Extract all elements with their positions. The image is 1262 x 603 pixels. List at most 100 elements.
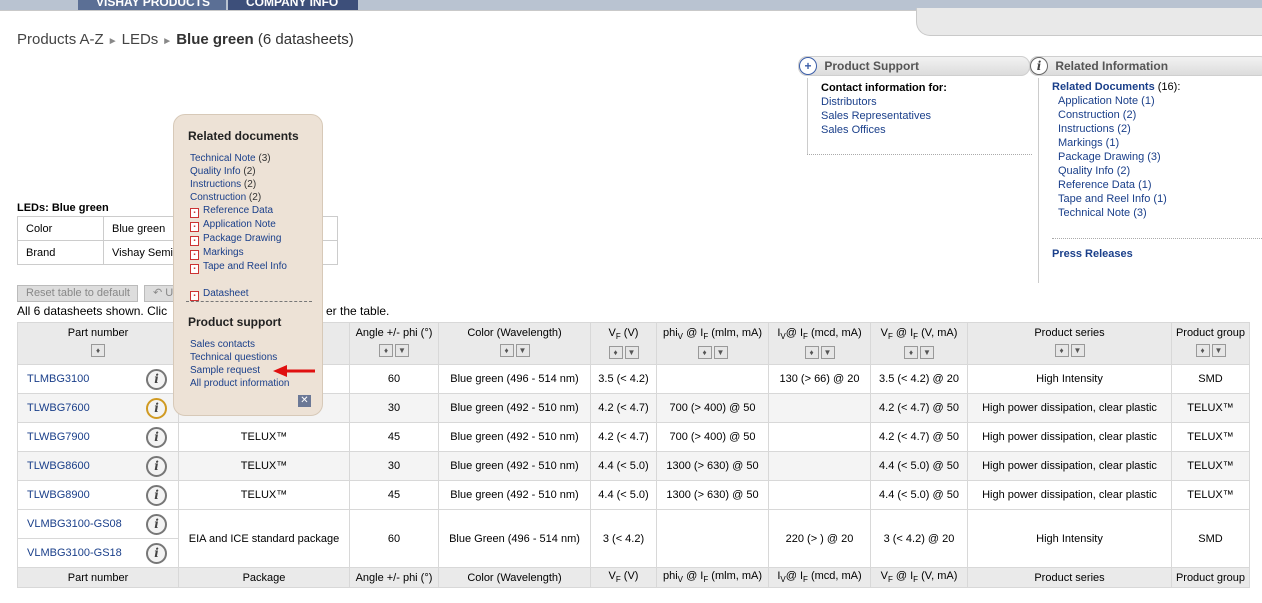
part-number-link[interactable]: TLMBG3100	[27, 373, 89, 385]
sort-icon[interactable]: ♦	[904, 346, 918, 360]
related-link[interactable]: Construction (2)	[1058, 108, 1180, 122]
info-label: Color	[17, 216, 104, 241]
header-label: phiV @ IF (mlm, mA)	[662, 327, 763, 342]
table-row: TLWBG8600 i TELUX™ 30 Blue green (492 - 510 …	[17, 451, 1250, 481]
filter-icon[interactable]: ▼	[1211, 344, 1226, 357]
part-number-link[interactable]: VLMBG3100-GS18	[27, 547, 122, 559]
part-number-link[interactable]: TLWBG7600	[27, 402, 90, 414]
related-link[interactable]: Package Drawing (3)	[1058, 150, 1180, 164]
info-icon[interactable]: i	[146, 485, 167, 506]
popup-close-icon[interactable]: ✕	[298, 395, 311, 407]
sort-icon[interactable]: ♦	[499, 344, 514, 357]
popup-doc-label: Technical Note	[190, 153, 256, 164]
related-link[interactable]: Tape and Reel Info (1)	[1058, 192, 1180, 206]
footer-part-number: Part number	[17, 567, 179, 588]
popup-datasheet-label: Datasheet	[203, 288, 249, 299]
part-number-cell: VLMBG3100-GS08 i	[17, 509, 179, 539]
popup-doc-link[interactable]: Quality Info (2)	[190, 165, 287, 178]
datasheet-count: (6 datasheets)	[257, 31, 354, 48]
pdf-icon: ▪	[190, 222, 199, 232]
popup-doc-count: (2)	[243, 179, 257, 190]
popup-doc-label: Construction	[190, 192, 247, 203]
related-link[interactable]: Markings (1)	[1058, 136, 1180, 150]
cell-phiv: 1300 (> 630) @ 50	[656, 451, 769, 481]
contact-label: Contact information for:	[821, 82, 947, 94]
reset-table-button[interactable]: Reset table to default	[17, 285, 138, 302]
popup-pdf-link[interactable]: ▪ Reference Data	[190, 204, 287, 218]
info-icon[interactable]: i	[146, 514, 167, 535]
popup-doc-link[interactable]: Construction (2)	[190, 191, 287, 204]
cell-vf: 4.4 (< 5.0)	[590, 480, 657, 510]
sort-icon[interactable]: ♦	[1054, 344, 1069, 357]
related-link[interactable]: Application Note (1)	[1058, 94, 1180, 108]
footer-color: Color (Wavelength)	[438, 567, 591, 588]
popup-datasheet-link[interactable]: ▪ Datasheet	[190, 287, 287, 301]
related-documents-link[interactable]: Related Documents	[1052, 81, 1155, 93]
filter-icon[interactable]: ▼	[820, 346, 835, 360]
popup-doc-link[interactable]: Instructions (2)	[190, 178, 287, 191]
related-info-title-row: i Related Information	[1030, 57, 1168, 75]
filter-icon[interactable]: ▼	[1070, 344, 1085, 357]
related-link[interactable]: Reference Data (1)	[1058, 178, 1180, 192]
sort-icon[interactable]: ♦	[379, 344, 393, 357]
press-releases-link[interactable]: Press Releases	[1052, 248, 1133, 260]
related-link[interactable]: Quality Info (2)	[1058, 164, 1180, 178]
breadcrumb-leds[interactable]: LEDs	[122, 31, 159, 48]
popup-sales-contacts-link[interactable]: Sales contacts	[190, 338, 290, 351]
sort-icon[interactable]: ♦	[1195, 344, 1210, 357]
popup-pdf-link[interactable]: ▪ Package Drawing	[190, 232, 287, 246]
filter-icon[interactable]: ▼	[395, 344, 409, 357]
popup-pdf-link[interactable]: ▪ Markings	[190, 246, 287, 260]
popup-divider	[186, 301, 312, 302]
sort-icon[interactable]: ♦	[608, 346, 623, 360]
table-row: VLMBG3100-GS08 i EIA and ICE standard pack…	[17, 509, 1250, 568]
footer-product-group: Product group	[1171, 567, 1250, 588]
cell-phiv: 700 (> 400) @ 50	[656, 393, 769, 423]
breadcrumb-products-az[interactable]: Products A-Z	[17, 31, 104, 48]
filter-icon[interactable]: ▼	[624, 346, 639, 360]
popup-pdf-link[interactable]: ▪ Tape and Reel Info	[190, 260, 287, 274]
table-summary-end: er the table.	[326, 304, 390, 318]
sort-icon[interactable]: ♦	[804, 346, 819, 360]
cell-phiv	[656, 364, 769, 394]
link-sales-representatives[interactable]: Sales Representatives	[821, 109, 947, 123]
info-icon[interactable]: i	[146, 398, 167, 419]
filter-icon[interactable]: ▼	[515, 344, 530, 357]
link-distributors[interactable]: Distributors	[821, 95, 947, 109]
related-link[interactable]: Instructions (2)	[1058, 122, 1180, 136]
tab-vishay-products[interactable]: VISHAY PRODUCTS	[78, 0, 226, 10]
info-icon[interactable]: i	[146, 369, 167, 390]
popup-pdf-link[interactable]: ▪ Application Note	[190, 218, 287, 232]
cell-vf: 4.2 (< 4.7)	[590, 422, 657, 452]
breadcrumb-separator: ►	[162, 36, 173, 47]
popup-pdf-label: Reference Data	[203, 205, 274, 216]
cell-series: High power dissipation, clear plastic	[967, 393, 1172, 423]
info-icon[interactable]: i	[146, 427, 167, 448]
popup-pdf-label: Markings	[203, 247, 244, 258]
cell-angle: 45	[349, 480, 439, 510]
part-number-link[interactable]: VLMBG3100-GS08	[27, 518, 122, 530]
info-icon[interactable]: i	[146, 456, 167, 477]
part-number-link[interactable]: TLWBG7900	[27, 431, 90, 443]
footer-vf: VF (V)	[590, 567, 657, 588]
tab-label: COMPANY INFO	[246, 0, 339, 9]
table-summary: All 6 datasheets shown. Clic	[17, 304, 168, 318]
pdf-icon: ▪	[190, 236, 199, 246]
cell-group: SMD	[1171, 509, 1250, 568]
part-number-link[interactable]: TLWBG8900	[27, 489, 90, 501]
cell-vfif: 4.2 (< 4.7) @ 50	[870, 393, 968, 423]
popup-doc-link[interactable]: Technical Note (3)	[190, 152, 287, 165]
info-icon[interactable]: i	[146, 543, 167, 564]
sort-icon[interactable]: ♦	[91, 344, 105, 357]
cell-package: TELUX™	[178, 422, 350, 452]
filter-icon[interactable]: ▼	[920, 346, 934, 360]
related-link[interactable]: Technical Note (3)	[1058, 206, 1180, 220]
part-number-link[interactable]: TLWBG8600	[27, 460, 90, 472]
link-sales-offices[interactable]: Sales Offices	[821, 123, 947, 137]
cell-series: High Intensity	[967, 509, 1172, 568]
pdf-icon: ▪	[190, 264, 199, 274]
tab-company-info[interactable]: COMPANY INFO	[228, 0, 358, 10]
filter-icon[interactable]: ▼	[713, 346, 728, 360]
sort-icon[interactable]: ♦	[697, 346, 712, 360]
part-number-cell: VLMBG3100-GS18 i	[17, 538, 179, 568]
